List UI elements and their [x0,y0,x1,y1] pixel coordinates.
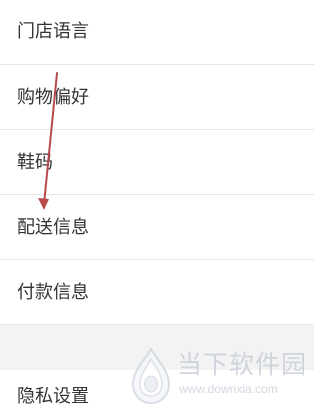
watermark-title: 当下软件园 [177,350,308,379]
settings-item-label: 购物偏好 [17,87,89,108]
settings-item-label: 配送信息 [17,217,89,238]
watermark-url: www.downxia.com [179,382,278,396]
settings-item-store-language[interactable]: 门店语言 [0,0,314,65]
watermark-logo-icon [131,347,171,405]
settings-item-label: 隐私设置 [17,386,89,407]
settings-item-shopping-preferences[interactable]: 购物偏好 [0,65,314,130]
settings-item-shoe-size[interactable]: 鞋码 [0,130,314,195]
settings-item-label: 门店语言 [17,21,89,42]
settings-item-payment-info[interactable]: 付款信息 [0,260,314,325]
settings-item-label: 鞋码 [17,152,53,173]
watermark: 当下软件园 www.downxia.com [127,345,307,407]
settings-item-delivery-info[interactable]: 配送信息 [0,195,314,260]
settings-item-label: 付款信息 [17,282,89,303]
